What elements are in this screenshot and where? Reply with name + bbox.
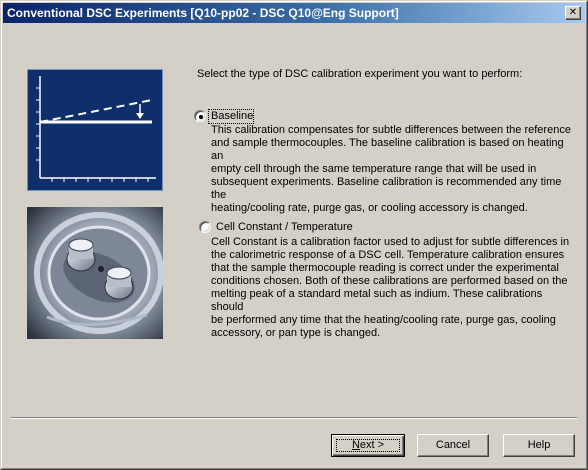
- button-separator: [11, 417, 577, 419]
- title-bar[interactable]: Conventional DSC Experiments [Q10-pp02 -…: [3, 3, 585, 23]
- description-line: that the sample thermocouple reading is …: [211, 262, 559, 274]
- mnemonic-letter: N: [351, 439, 360, 451]
- next-button[interactable]: Next >: [331, 434, 405, 457]
- close-icon: ✕: [568, 7, 578, 18]
- description-line: melting peak of a standard metal such as…: [211, 288, 543, 313]
- help-button-label: Help: [527, 439, 551, 451]
- description-line: empty cell through the same temperature …: [211, 163, 537, 175]
- dialog-window: Conventional DSC Experiments [Q10-pp02 -…: [0, 0, 588, 470]
- instruction-text: Select the type of DSC calibration exper…: [197, 68, 523, 80]
- next-button-label: Next >: [352, 439, 384, 451]
- description-line: conditions chosen. Both of these calibra…: [211, 275, 568, 287]
- help-button[interactable]: Help: [503, 434, 575, 457]
- next-label-rest: ext >: [359, 439, 385, 451]
- baseline-option-label[interactable]: Baseline: [211, 110, 253, 123]
- baseline-description: This calibration compensates for subtle …: [211, 124, 575, 215]
- cell-constant-description: Cell Constant is a calibration factor us…: [211, 236, 575, 340]
- description-line: subsequent experiments. Baseline calibra…: [211, 176, 562, 201]
- dsc-cell-drawing: [27, 207, 163, 339]
- baseline-graph-icon: [27, 69, 163, 191]
- cancel-button-label: Cancel: [435, 439, 471, 451]
- description-line: be performed any time that the heating/c…: [211, 314, 556, 326]
- graph-drawing: [36, 76, 156, 182]
- description-line: and sample thermocouples. The baseline c…: [211, 137, 564, 162]
- dsc-cell-photo: [27, 207, 163, 339]
- description-line: accessory, or pan type is changed.: [211, 327, 381, 339]
- window-title: Conventional DSC Experiments [Q10-pp02 -…: [7, 6, 399, 20]
- close-button[interactable]: ✕: [565, 6, 581, 20]
- description-line: the calorimetric response of a DSC cell.…: [211, 249, 565, 261]
- description-line: heating/cooling rate, purge gas, or cool…: [211, 202, 528, 214]
- description-line: Cell Constant is a calibration factor us…: [211, 236, 570, 248]
- cell-constant-option-label[interactable]: Cell Constant / Temperature: [216, 221, 353, 234]
- baseline-radio[interactable]: [194, 110, 206, 122]
- cancel-button[interactable]: Cancel: [417, 434, 489, 457]
- description-line: This calibration compensates for subtle …: [211, 124, 571, 136]
- radio-selected-dot: [199, 115, 203, 119]
- cell-constant-radio[interactable]: [199, 221, 211, 233]
